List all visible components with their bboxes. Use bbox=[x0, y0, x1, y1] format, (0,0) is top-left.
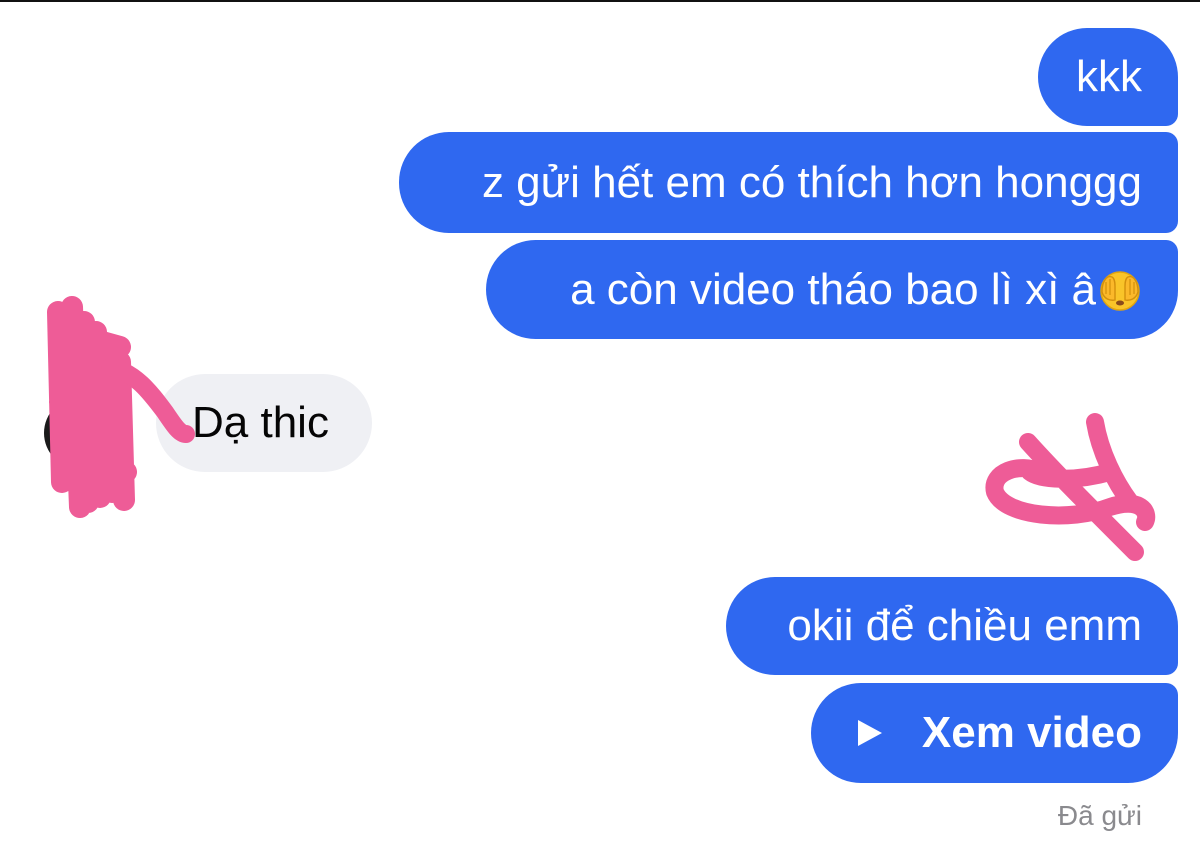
message-bubble-outgoing[interactable]: z gửi hết em có thích hơn honggg bbox=[399, 132, 1178, 233]
message-bubble-outgoing[interactable]: okii để chiều emm bbox=[726, 577, 1178, 675]
sent-status: Đã gửi bbox=[1057, 800, 1142, 831]
message-text: kkk bbox=[1076, 52, 1142, 101]
message-bubble-outgoing[interactable]: kkk bbox=[1038, 28, 1178, 126]
message-text: okii để chiều emm bbox=[787, 601, 1142, 650]
chat-thread: kkk z gửi hết em có thích hơn honggg a c… bbox=[0, 0, 1200, 861]
message-text: z gửi hết em có thích hơn honggg bbox=[481, 157, 1142, 207]
watch-video-button[interactable]: Xem video bbox=[811, 683, 1178, 783]
message-bubble-outgoing[interactable]: a còn video tháo bao lì xì â bbox=[486, 240, 1178, 339]
message-bubble-incoming[interactable]: Dạ thic bbox=[156, 374, 372, 472]
avatar[interactable] bbox=[44, 397, 116, 469]
message-text: a còn video tháo bao lì xì â bbox=[570, 264, 1096, 314]
watch-video-label: Xem video bbox=[921, 708, 1142, 757]
message-text: Dạ thic bbox=[192, 398, 329, 447]
play-icon bbox=[857, 720, 882, 746]
face-with-hand-over-eyes-icon bbox=[1100, 270, 1140, 311]
